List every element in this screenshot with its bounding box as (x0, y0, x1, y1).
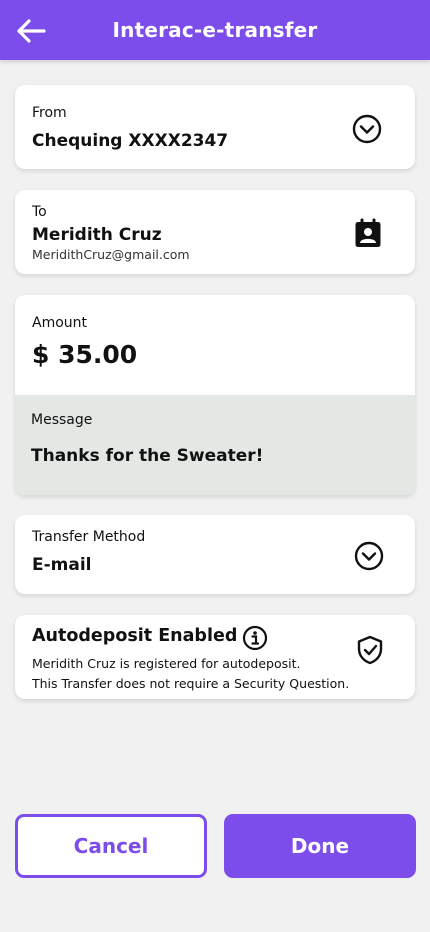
cancel-button[interactable]: Cancel (15, 814, 207, 878)
amount-value[interactable]: $ 35.00 (32, 340, 137, 369)
info-button[interactable] (241, 624, 269, 652)
contacts-button[interactable] (352, 217, 384, 249)
recipient-email: MeridithCruz@gmail.com (32, 247, 190, 262)
shield-check-icon (355, 634, 385, 666)
contact-book-icon (355, 218, 381, 247)
info-icon (242, 625, 268, 651)
from-label: From (32, 105, 67, 121)
transfer-method-card[interactable]: Transfer Method E-mail (15, 515, 415, 594)
autodeposit-title: Autodeposit Enabled (32, 626, 238, 646)
from-account-card[interactable]: From Chequing XXXX2347 (15, 85, 415, 169)
to-label: To (32, 204, 47, 220)
message-field[interactable]: Message Thanks for the Sweater! (15, 395, 415, 495)
recipient-name: Meridith Cruz (32, 225, 162, 245)
message-label: Message (31, 412, 93, 428)
from-account-value: Chequing XXXX2347 (32, 131, 229, 151)
transfer-method-value: E-mail (32, 555, 92, 575)
recipient-card[interactable]: To Meridith Cruz MeridithCruz@gmail.com (15, 190, 415, 274)
chevron-down-circle-icon (354, 541, 384, 571)
amount-card[interactable]: Amount $ 35.00 Message Thanks for the Sw… (15, 295, 415, 495)
done-button[interactable]: Done (224, 814, 416, 878)
app-header: Interac-e-transfer (0, 0, 430, 60)
chevron-down-circle-icon (352, 114, 382, 144)
autodeposit-card: Autodeposit Enabled Meridith Cruz is reg… (15, 615, 415, 699)
amount-label: Amount (32, 315, 88, 331)
autodeposit-line-2: This Transfer does not require a Securit… (32, 676, 350, 691)
page-title: Interac-e-transfer (112, 18, 318, 42)
transfer-method-dropdown-button[interactable] (353, 540, 385, 572)
autodeposit-line-1: Meridith Cruz is registered for autodepo… (32, 656, 301, 671)
from-dropdown-button[interactable] (351, 113, 383, 145)
transfer-method-label: Transfer Method (32, 529, 146, 545)
message-text: Thanks for the Sweater! (31, 446, 264, 466)
